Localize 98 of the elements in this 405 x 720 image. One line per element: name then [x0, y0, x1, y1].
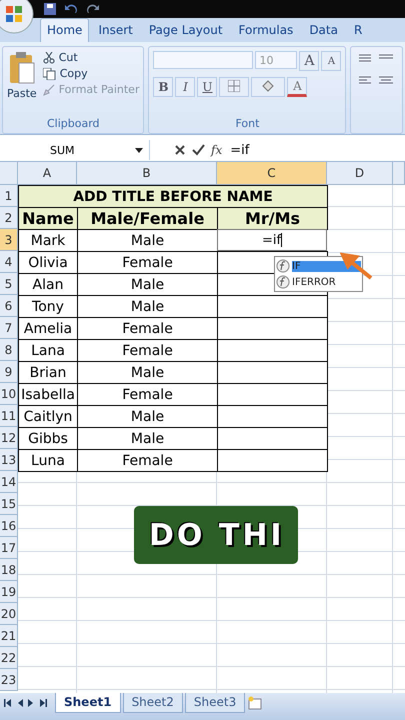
caption-text: DO THI — [149, 518, 285, 552]
row-header[interactable]: 11 — [0, 405, 18, 427]
row-header[interactable]: 18 — [0, 559, 18, 581]
borders-button[interactable] — [219, 77, 250, 97]
caret-icon — [135, 148, 143, 152]
active-cell[interactable]: =if — [217, 229, 327, 251]
grow-font-button[interactable]: A — [299, 51, 320, 71]
fill-color-button[interactable] — [251, 77, 286, 97]
table-cell: Female — [77, 449, 218, 472]
table-cell: Luna — [18, 449, 78, 472]
table-cell: Female — [77, 339, 218, 362]
sheet-tab[interactable]: Sheet1 — [55, 693, 121, 713]
autocomplete-item[interactable]: IF — [276, 258, 361, 274]
arrow-icon — [340, 251, 374, 281]
insert-function-button[interactable]: fx — [211, 143, 222, 157]
row-header[interactable]: 1 — [0, 185, 18, 207]
shrink-font-button[interactable]: A — [321, 51, 342, 71]
table-title: ADD TITLE BEFORE NAME — [18, 185, 328, 208]
table-cell: Male — [77, 361, 218, 384]
row-header[interactable]: 9 — [0, 361, 18, 383]
column-heading: Name — [18, 207, 78, 230]
copy-button[interactable]: Copy — [42, 67, 140, 80]
column-heading: Mr/Ms — [217, 207, 328, 230]
table-cell: Tony — [18, 295, 78, 318]
column-header[interactable]: C — [217, 162, 327, 185]
row-header[interactable]: 14 — [0, 471, 18, 493]
table-cell: Amelia — [18, 317, 78, 340]
paste-button[interactable]: Paste — [7, 51, 37, 113]
undo-icon[interactable] — [64, 3, 78, 15]
ribbon-tab[interactable]: R — [346, 18, 370, 42]
row-header[interactable]: 15 — [0, 493, 18, 515]
italic-button[interactable]: I — [175, 77, 196, 97]
row-header[interactable]: 19 — [0, 581, 18, 603]
ribbon-tab[interactable]: Data — [302, 18, 345, 42]
column-header[interactable]: A — [18, 162, 77, 185]
ribbon-tab[interactable]: Formulas — [232, 18, 300, 42]
table-cell: Gibbs — [18, 427, 78, 450]
group-label: Clipboard — [46, 117, 101, 132]
underline-button[interactable]: U — [197, 77, 218, 97]
new-sheet-icon[interactable] — [247, 696, 264, 710]
next-sheet-icon[interactable] — [28, 699, 35, 707]
row-header[interactable]: 10 — [0, 383, 18, 405]
row-header[interactable]: 8 — [0, 339, 18, 361]
formula-field[interactable]: =if — [222, 142, 250, 158]
table-cell: Brian — [18, 361, 78, 384]
font-name-field[interactable] — [153, 51, 254, 69]
office-logo-icon[interactable] — [0, 0, 34, 34]
sheet-tab[interactable]: Sheet3 — [184, 693, 246, 713]
table-cell: Olivia — [18, 251, 78, 274]
sheet-tab[interactable]: Sheet2 — [122, 693, 183, 713]
grid-icon — [228, 80, 240, 92]
table-cell: Male — [77, 427, 218, 450]
row-header[interactable]: 23 — [0, 669, 18, 691]
clipboard-icon — [8, 51, 35, 85]
row-header[interactable]: 5 — [0, 273, 18, 295]
check-icon[interactable] — [192, 144, 205, 156]
save-icon[interactable] — [44, 3, 56, 15]
row-header[interactable]: 22 — [0, 647, 18, 669]
row-header[interactable]: 6 — [0, 295, 18, 317]
copy-icon — [42, 68, 56, 80]
table-cell: Mark — [18, 229, 78, 252]
column-header[interactable]: B — [77, 162, 217, 185]
table-cell: Lana — [18, 339, 78, 362]
group-label: Font — [234, 117, 260, 132]
row-header[interactable]: 13 — [0, 449, 18, 471]
table-cell: Isabella — [18, 383, 78, 406]
redo-icon[interactable] — [86, 3, 100, 15]
table-cell: Female — [77, 251, 218, 274]
close-icon[interactable] — [174, 144, 186, 156]
row-header[interactable]: 16 — [0, 515, 18, 537]
table-cell: Female — [77, 317, 218, 340]
row-header[interactable]: 12 — [0, 427, 18, 449]
name-box[interactable]: SUM — [0, 140, 150, 160]
previous-sheet-icon[interactable] — [16, 699, 23, 707]
table-cell: Female — [77, 383, 218, 406]
cut-button[interactable]: Cut — [42, 51, 140, 64]
row-header[interactable]: 21 — [0, 625, 18, 647]
table-cell: Caitlyn — [18, 405, 78, 428]
bold-button[interactable]: B — [153, 77, 174, 97]
last-sheet-icon[interactable] — [40, 699, 47, 707]
ribbon-tab[interactable]: Page Layout — [142, 18, 230, 42]
table-cell: Alan — [18, 273, 78, 296]
first-sheet-icon[interactable] — [4, 699, 11, 707]
table-cell: Male — [77, 295, 218, 318]
row-header[interactable]: 2 — [0, 207, 18, 229]
ribbon-tab[interactable]: Home — [40, 18, 90, 42]
row-header[interactable]: 20 — [0, 603, 18, 625]
column-header[interactable]: D — [327, 162, 393, 185]
row-header[interactable]: 3 — [0, 229, 18, 251]
ribbon-tab[interactable]: Insert — [91, 18, 140, 42]
table-cell: Male — [77, 273, 218, 296]
font-color-button[interactable]: A — [287, 77, 308, 97]
table-cell: Male — [77, 405, 218, 428]
row-header[interactable]: 4 — [0, 251, 18, 273]
column-heading: Male/Female — [77, 207, 218, 230]
row-header[interactable]: 7 — [0, 317, 18, 339]
scissors-icon — [42, 52, 55, 64]
row-header[interactable]: 17 — [0, 537, 18, 559]
